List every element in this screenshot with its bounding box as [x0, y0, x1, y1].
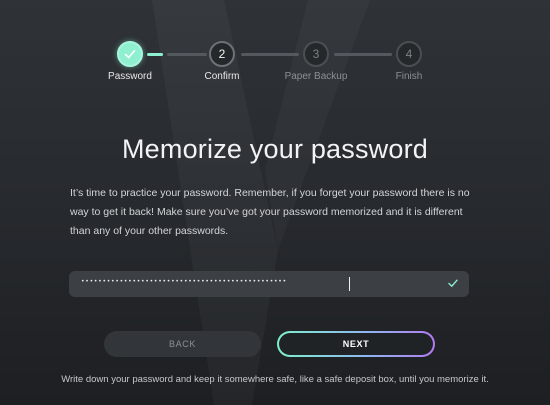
next-button[interactable]: NEXT	[277, 331, 435, 357]
back-button[interactable]: BACK	[104, 331, 261, 357]
step-4-finish: 4	[396, 41, 422, 67]
stepper-connector-1-remaining	[167, 53, 207, 56]
step-2-confirm: 2	[209, 41, 235, 67]
step-3-paper-backup: 3	[303, 41, 329, 67]
text-caret	[349, 277, 350, 291]
instructions-text: It’s time to practice your password. Rem…	[70, 187, 470, 237]
check-icon	[448, 279, 458, 287]
step-label-paper-backup: Paper Backup	[284, 71, 348, 82]
footer-note: Write down your password and keep it som…	[61, 374, 489, 385]
step-label-password: Password	[108, 71, 152, 82]
progress-stepper: 2 3 4 Password Confirm Paper Backup Fini…	[0, 0, 550, 90]
page-title: Memorize your password	[121, 134, 428, 164]
step-number: 3	[312, 47, 320, 61]
step-number: 2	[218, 47, 226, 61]
stepper-connector-1	[147, 53, 163, 56]
step-label-confirm: Confirm	[204, 71, 240, 82]
checkmark-icon	[124, 50, 136, 59]
stepper-connector-2	[241, 53, 299, 56]
step-number: 4	[405, 47, 413, 61]
stepper-connector-3	[334, 53, 392, 56]
step-1-password	[117, 41, 143, 67]
password-masked-value: ••••••••••••••••••••••••••••••••••••••••…	[81, 278, 287, 285]
password-input[interactable]: ••••••••••••••••••••••••••••••••••••••••…	[69, 271, 469, 297]
step-label-finish: Finish	[395, 71, 423, 82]
